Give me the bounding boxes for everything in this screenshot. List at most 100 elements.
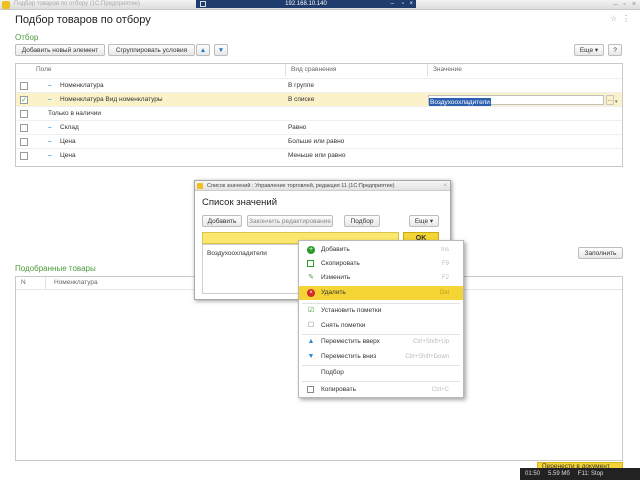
menu-item-uncheck-all[interactable]: ☐ Снять пометки: [299, 319, 463, 333]
context-menu: + Добавить Ins Скопировать F9 ✎ Изменить…: [298, 240, 464, 398]
dialog-add-button[interactable]: Добавить: [202, 215, 242, 227]
comparison-type[interactable]: Меньше или равно: [288, 149, 345, 163]
check-all-icon: ☑: [307, 307, 315, 314]
add-element-button[interactable]: Добавить новый элемент: [15, 44, 105, 56]
filter-section-label: Отбор: [15, 33, 39, 42]
choose-value-button[interactable]: ...: [606, 95, 614, 105]
menu-item-check-all[interactable]: ☑ Установить пометки: [299, 304, 463, 318]
dialog-close-icon[interactable]: ×: [443, 181, 447, 190]
menu-item-shortcut: Ctrl+Shift+Down: [405, 354, 449, 360]
dialog-more-label: Еще: [414, 217, 429, 225]
row-checkbox[interactable]: [20, 82, 28, 90]
field-name: Номенклатура Вид номенклатуры: [60, 96, 163, 103]
filter-row[interactable]: – Цена Меньше или равно: [16, 148, 622, 162]
recorder-status-bar: 01:50 5.59 Мб F11: Stop: [520, 468, 640, 480]
fill-button[interactable]: Заполнить: [578, 247, 623, 259]
dialog-titlebar: Список значений : Управление торговлей, …: [195, 181, 450, 191]
status-size: 5.59 Мб: [548, 471, 570, 477]
menu-item-label: Подбор: [321, 369, 344, 376]
comparison-type[interactable]: Равно: [288, 121, 306, 135]
menu-item-add[interactable]: + Добавить Ins: [299, 243, 463, 257]
delete-icon: ×: [307, 289, 315, 297]
menu-item-shortcut: Ctrl+Shift+Up: [412, 339, 449, 345]
dialog-more-button[interactable]: Еще ▾: [409, 215, 439, 227]
menu-separator: [302, 381, 460, 382]
found-items-label: Подобранные товары: [15, 264, 96, 273]
arrow-down-icon[interactable]: ▼: [214, 44, 228, 56]
finish-editing-button[interactable]: Закончить редактирование: [247, 215, 333, 227]
remote-session-bar: 192.168.10.140 – ▫ ×: [196, 0, 416, 8]
row-checkbox[interactable]: [20, 152, 28, 160]
column-header-value[interactable]: Значение: [428, 64, 622, 76]
comparison-type[interactable]: Больше или равно: [288, 135, 344, 149]
more-button-label: Еще: [579, 46, 594, 54]
minimize-remote-icon[interactable]: –: [391, 0, 394, 8]
filter-row-selected[interactable]: ✓ – Номенклатура Вид номенклатуры В спис…: [16, 92, 622, 107]
menu-item-shortcut: F9: [441, 261, 449, 267]
minimize-icon[interactable]: –: [614, 0, 618, 10]
field-marker-icon: –: [48, 138, 52, 145]
menu-item-pick[interactable]: Подбор: [299, 366, 463, 380]
field-name: Цена: [60, 138, 76, 145]
group-conditions-button[interactable]: Сгруппировать условия: [108, 44, 195, 56]
filter-row[interactable]: Только в наличии: [16, 106, 622, 120]
column-header-comparison[interactable]: Вид сравнения: [286, 64, 428, 76]
status-time: 01:50: [525, 471, 541, 477]
filter-row[interactable]: – Цена Больше или равно: [16, 134, 622, 148]
column-header-field[interactable]: Поле: [16, 64, 286, 76]
list-item[interactable]: Воздухоохладители: [207, 250, 267, 257]
row-checkbox[interactable]: [20, 124, 28, 132]
pin-icon[interactable]: [200, 1, 206, 7]
filter-row[interactable]: – Номенклатура В группе: [16, 78, 622, 92]
value-input[interactable]: Воздухоохладители: [428, 95, 604, 107]
menu-item-shortcut: Ins: [440, 247, 449, 253]
dialog-title: Список значений : Управление торговлей, …: [207, 183, 395, 189]
menu-item-label: Удалить: [321, 289, 346, 296]
app-logo-icon: [2, 1, 10, 9]
menu-item-label: Снять пометки: [321, 322, 366, 329]
more-vertical-icon[interactable]: ⋮: [622, 14, 630, 23]
star-icon[interactable]: ☆: [610, 14, 617, 23]
window-title: Подбор товаров по отбору (1С:Предприятие…: [14, 1, 141, 7]
arrow-up-icon[interactable]: ▲: [196, 44, 210, 56]
move-down-icon: ▼: [307, 353, 315, 360]
comparison-type[interactable]: В списке: [288, 93, 314, 107]
menu-item-label: Переместить вверх: [321, 338, 380, 345]
menu-item-label: Скопировать: [321, 260, 360, 267]
menu-item-move-up[interactable]: ▲ Переместить вверх Ctrl+Shift+Up: [299, 335, 463, 349]
app-logo-icon: [197, 183, 203, 189]
field-name: Номенклатура: [60, 82, 104, 89]
field-name: Только в наличии: [48, 110, 101, 117]
restore-remote-icon[interactable]: ▫: [402, 0, 404, 8]
menu-item-copy-text[interactable]: Копировать Ctrl+C: [299, 383, 463, 397]
uncheck-all-icon: ☐: [307, 322, 315, 329]
menu-item-edit[interactable]: ✎ Изменить F2: [299, 271, 463, 285]
help-button[interactable]: ?: [608, 44, 622, 56]
menu-item-move-down[interactable]: ▼ Переместить вниз Ctrl+Shift+Down: [299, 350, 463, 364]
more-button[interactable]: Еще ▾: [574, 44, 604, 56]
comparison-type[interactable]: В группе: [288, 79, 314, 93]
column-header-number[interactable]: N: [16, 277, 46, 289]
copy-text-icon: [307, 386, 314, 393]
row-checkbox[interactable]: [20, 138, 28, 146]
move-up-icon: ▲: [307, 338, 315, 345]
row-checkbox-checked[interactable]: ✓: [20, 96, 28, 104]
filter-row[interactable]: – Склад Равно: [16, 120, 622, 134]
field-marker-icon: –: [48, 82, 52, 89]
menu-item-delete[interactable]: × Удалить Del: [299, 286, 463, 300]
close-remote-icon[interactable]: ×: [409, 0, 413, 8]
edit-icon: ✎: [308, 274, 314, 281]
window-controls: – ▫ ×: [614, 0, 640, 10]
add-icon: +: [307, 246, 315, 254]
page-title: Подбор товаров по отбору: [15, 14, 151, 26]
close-icon[interactable]: ×: [632, 0, 636, 10]
pick-button[interactable]: Подбор: [344, 215, 380, 227]
remote-host: 192.168.10.140: [285, 1, 327, 7]
status-hint: F11: Stop: [577, 471, 604, 477]
maximize-icon[interactable]: ▫: [623, 0, 625, 10]
row-checkbox[interactable]: [20, 110, 28, 118]
menu-item-label: Установить пометки: [321, 307, 382, 314]
menu-item-copy[interactable]: Скопировать F9: [299, 257, 463, 271]
filter-table: Поле Вид сравнения Значение – Номенклату…: [15, 63, 623, 167]
dialog-heading: Список значений: [202, 197, 278, 208]
